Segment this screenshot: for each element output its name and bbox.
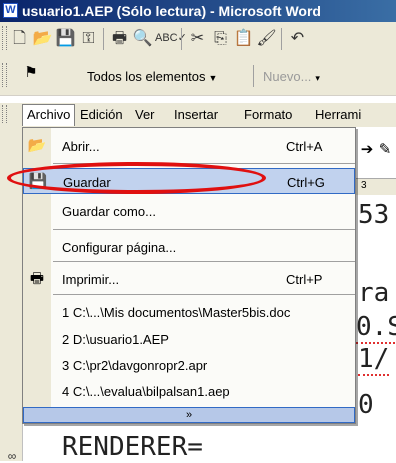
word-icon[interactable]: W — [3, 3, 18, 18]
doc-fragment: 1/ — [358, 344, 390, 376]
copy-icon[interactable]: ⎘ — [210, 28, 231, 49]
menu-item-configurar-pagina[interactable]: Configurar página... — [23, 234, 355, 260]
save-icon: 💾 — [28, 173, 48, 190]
menu-formato[interactable]: Formato — [244, 107, 292, 122]
toolbar-separator — [253, 65, 254, 87]
toolbar-separator — [281, 28, 282, 50]
recent-file-1[interactable]: 1 C:\...\Mis documentos\Master5bis.doc — [23, 299, 355, 325]
print-preview-icon[interactable]: 🔍 — [132, 28, 153, 49]
recent-file-4[interactable]: 4 C:\...\evalua\bilpalsan1.aep — [23, 378, 355, 404]
menu-item-shortcut: Ctrl+A — [286, 139, 323, 154]
menu-edicion[interactable]: Edición — [80, 107, 123, 122]
save-icon[interactable]: 💾 — [55, 28, 76, 49]
styles-dropdown-value: Todos los elementos — [87, 69, 206, 84]
spelling-icon[interactable]: ABC✓ — [155, 28, 187, 49]
open-folder-icon[interactable]: 📂 — [32, 28, 53, 49]
menu-separator — [53, 229, 355, 230]
new-style-value: Nuevo... — [263, 69, 312, 84]
menu-item-label: Guardar como... — [62, 204, 156, 219]
doc-fragment: 0 — [358, 390, 374, 420]
menu-archivo[interactable]: Archivo — [22, 104, 76, 126]
toolbar-arrow-icon[interactable]: ➔ — [358, 140, 376, 158]
menu-item-imprimir[interactable]: 🖶 Imprimir... Ctrl+P — [23, 266, 355, 292]
toolbar-grip[interactable] — [2, 26, 7, 50]
file-menu: 📂 Abrir... Ctrl+A 💾 Guardar Ctrl+G Guard… — [22, 127, 356, 424]
menu-item-shortcut: Ctrl+P — [286, 272, 323, 287]
menu-item-guardar[interactable]: 💾 Guardar Ctrl+G — [23, 168, 355, 194]
cut-icon[interactable]: ✂ — [187, 28, 208, 49]
undo-icon[interactable]: ↶ — [287, 28, 308, 49]
toolbar-separator — [103, 28, 104, 50]
paste-icon[interactable]: 📋 — [233, 28, 254, 49]
recent-file-3[interactable]: 3 C:\pr2\davgonropr2.apr — [23, 352, 355, 378]
menu-item-abrir[interactable]: 📂 Abrir... Ctrl+A — [23, 133, 355, 159]
styles-dropdown[interactable]: Todos los elementos ▼ — [87, 69, 217, 84]
recent-file-2[interactable]: 2 D:\usuario1.AEP — [23, 326, 355, 352]
new-document-icon[interactable]: 🗋 — [9, 28, 30, 49]
menu-ver[interactable]: Ver — [135, 107, 155, 122]
horizontal-ruler: 3 — [355, 178, 396, 195]
print-icon: 🖶 — [29, 270, 45, 287]
menu-separator — [53, 294, 355, 295]
menu-item-label: Guardar — [63, 175, 111, 190]
title-bar: W usuario1.AEP (Sólo lectura) - Microsof… — [0, 0, 396, 22]
recent-file-label: 3 C:\pr2\davgonropr2.apr — [62, 358, 208, 373]
chevron-down-icon: ▼ — [208, 73, 218, 83]
doc-fragment: 53 — [358, 200, 390, 230]
document-line: RENDERER= — [62, 432, 203, 462]
doc-fragment: ra — [358, 278, 390, 308]
chevron-double-down-icon: » — [185, 409, 193, 421]
chevron-down-icon: ▾ — [315, 73, 320, 83]
menu-item-label: Abrir... — [62, 139, 100, 154]
doc-fragment: 0.S — [356, 312, 396, 344]
styles-pane-icon[interactable]: ⚑ — [22, 64, 40, 82]
toolbar-separator — [181, 28, 182, 50]
menu-expand-button[interactable]: » — [23, 407, 355, 423]
menu-item-guardar-como[interactable]: Guardar como... — [23, 198, 355, 224]
vertical-ruler: ∞ — [0, 127, 23, 463]
menu-separator — [53, 163, 355, 164]
menu-herramientas[interactable]: Herrami — [315, 107, 361, 122]
toolbar-edit-icon[interactable]: ✎ — [376, 140, 394, 158]
menu-item-label: Imprimir... — [62, 272, 120, 287]
menu-item-label: Configurar página... — [62, 240, 177, 255]
recent-file-label: 2 D:\usuario1.AEP — [62, 332, 169, 347]
permission-icon[interactable]: ⚿ — [78, 28, 99, 49]
window-title: usuario1.AEP (Sólo lectura) - Microsoft … — [22, 3, 321, 19]
menu-insertar[interactable]: Insertar — [174, 107, 218, 122]
new-style-dropdown[interactable]: Nuevo... ▾ — [263, 69, 320, 84]
menu-item-shortcut: Ctrl+G — [287, 175, 325, 190]
recent-file-label: 4 C:\...\evalua\bilpalsan1.aep — [62, 384, 230, 399]
ruler-tick: 3 — [361, 180, 367, 191]
menu-separator — [53, 261, 355, 262]
toolbar-grip[interactable] — [2, 63, 7, 87]
print-icon[interactable]: 🖶 — [109, 28, 130, 49]
menubar-grip[interactable] — [2, 105, 7, 123]
menu-bar: Archivo Edición Ver Insertar Formato Her… — [0, 103, 396, 127]
recent-file-label: 1 C:\...\Mis documentos\Master5bis.doc — [62, 305, 291, 320]
open-folder-icon: 📂 — [27, 137, 47, 154]
formatting-toolbar: ⚑ Todos los elementos ▼ Nuevo... ▾ — [0, 55, 396, 96]
standard-toolbar: 🗋 📂 💾 ⚿ 🖶 🔍 ABC✓ ✂ ⎘ 📋 🖌 ↶ — [0, 22, 396, 56]
format-painter-icon[interactable]: 🖌 — [256, 28, 277, 49]
